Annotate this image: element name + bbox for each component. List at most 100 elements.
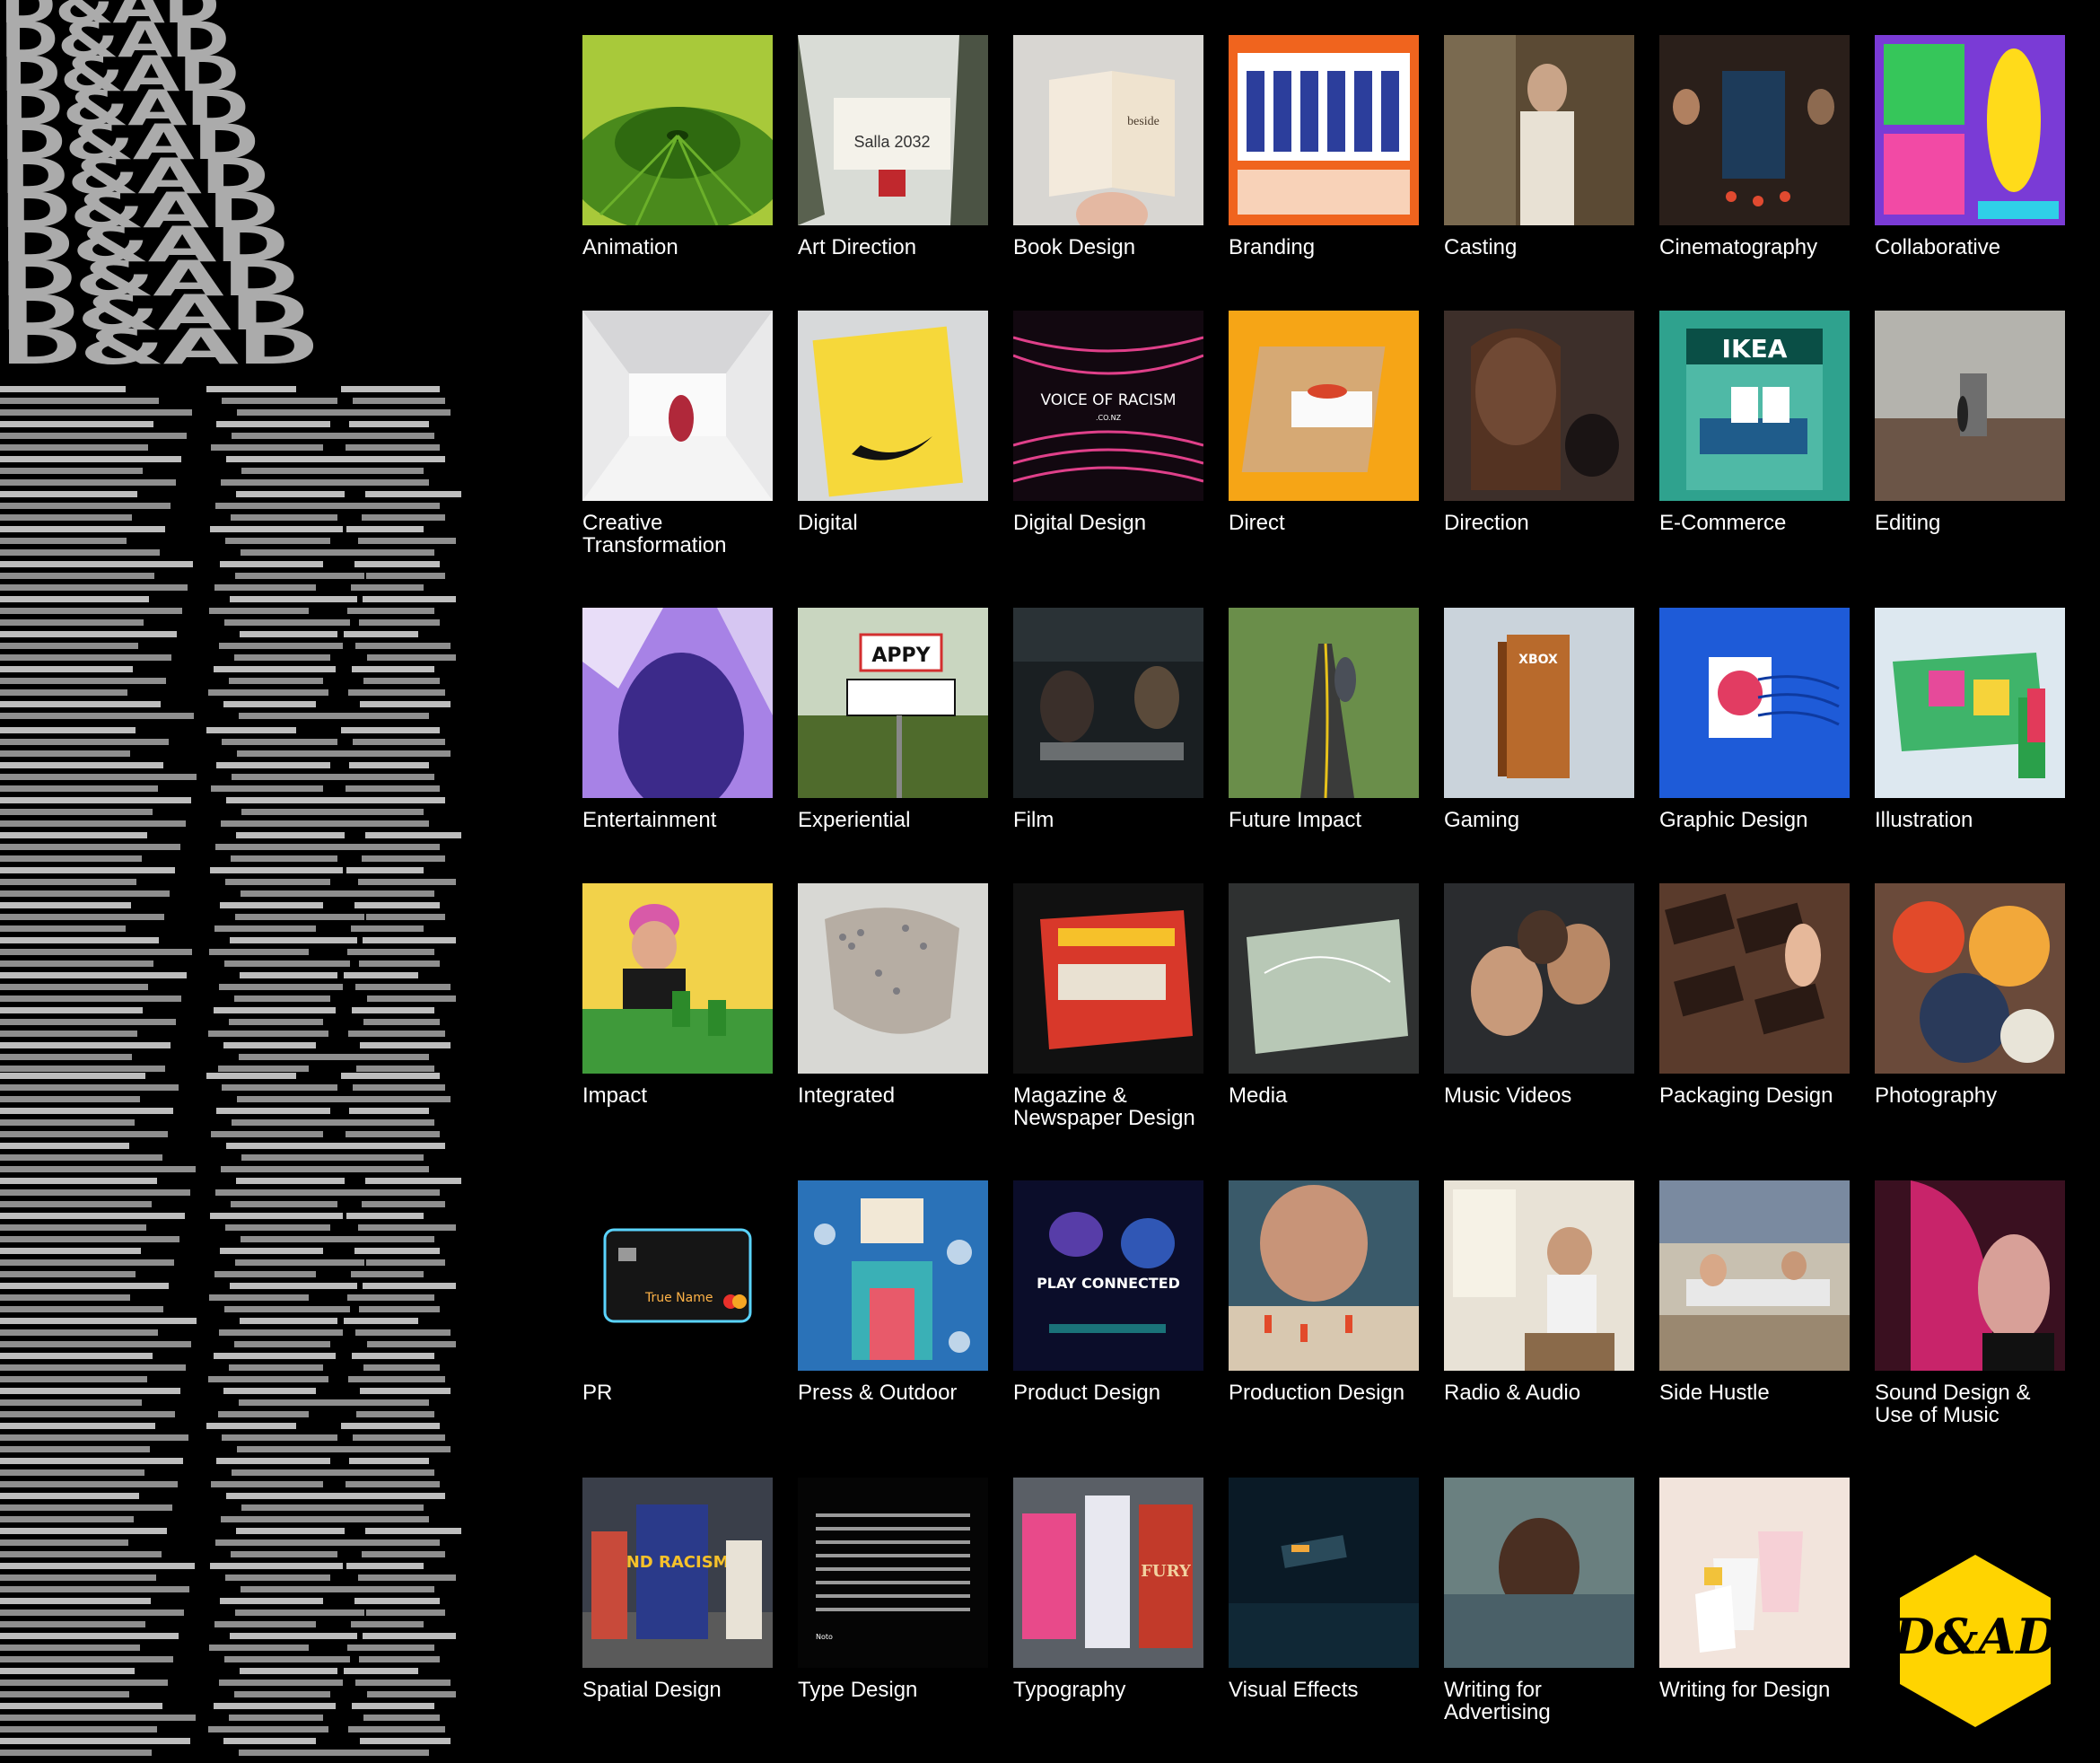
type-stripe	[0, 1621, 145, 1627]
type-stripe	[354, 1248, 440, 1254]
type-stripe	[219, 984, 343, 990]
type-stripe	[0, 1353, 153, 1359]
type-stripe	[355, 643, 451, 649]
category-tile-media[interactable]: Media	[1229, 883, 1419, 1107]
category-tile-music-videos[interactable]: Music Videos	[1444, 883, 1634, 1107]
type-stripe	[0, 1423, 155, 1429]
type-stripe	[0, 608, 182, 614]
type-stripe	[348, 1031, 445, 1037]
category-tile-pr[interactable]: True Name PR	[582, 1180, 773, 1404]
category-tile-radio-audio[interactable]: Radio & Audio	[1444, 1180, 1634, 1404]
type-stripe	[0, 890, 170, 897]
category-tile-graphic-design[interactable]: Graphic Design	[1659, 608, 1850, 831]
type-stripe	[344, 972, 418, 978]
category-tile-photography[interactable]: Photography	[1875, 883, 2065, 1107]
category-label: Photography	[1875, 1083, 1998, 1108]
type-stripe	[350, 844, 440, 850]
category-tile-cinematography[interactable]: Cinematography	[1659, 35, 1850, 259]
type-stripe	[0, 925, 126, 932]
category-tile-future-impact[interactable]: Future Impact	[1229, 608, 1419, 831]
type-stripe	[0, 1341, 191, 1347]
type-stripe	[0, 1539, 128, 1546]
type-stripe	[223, 1738, 316, 1744]
category-tile-animation[interactable]: Animation	[582, 35, 773, 259]
type-stripe	[0, 774, 197, 780]
type-stripe	[347, 1294, 434, 1301]
category-thumbnail	[1444, 1180, 1634, 1371]
category-tile-side-hustle[interactable]: Side Hustle	[1659, 1180, 1850, 1404]
type-stripe	[363, 678, 440, 684]
type-stripe	[344, 1668, 418, 1674]
category-tile-casting[interactable]: Casting	[1444, 35, 1634, 259]
dad-logo[interactable]: D&AD	[1896, 1553, 2054, 1729]
type-stripe	[222, 1084, 337, 1091]
type-stripe	[232, 433, 372, 439]
category-tile-creative-transformation[interactable]: Creative Transformation	[582, 311, 773, 557]
category-tile-direct[interactable]: Direct	[1229, 311, 1419, 534]
type-stripe	[0, 433, 187, 439]
category-tile-film[interactable]: Film	[1013, 608, 1203, 831]
category-tile-integrated[interactable]: Integrated	[798, 883, 988, 1107]
type-stripe	[0, 785, 158, 792]
type-stripe	[0, 689, 127, 696]
type-stripe	[0, 1668, 135, 1674]
type-stripe	[0, 1318, 197, 1324]
type-stripe	[224, 1306, 350, 1312]
category-tile-product-design[interactable]: PLAY CONNECTED Product Design	[1013, 1180, 1203, 1404]
type-stripe	[222, 1434, 337, 1441]
category-tile-visual-effects[interactable]: Visual Effects	[1229, 1478, 1419, 1701]
category-tile-spatial-design[interactable]: END RACISM Spatial Design	[582, 1478, 773, 1701]
category-tile-digital-design[interactable]: VOICE OF RACISM .CO.NZ Digital Design	[1013, 311, 1203, 534]
category-label: Typography	[1013, 1678, 1126, 1702]
category-tile-editing[interactable]: Editing	[1875, 311, 2065, 534]
category-tile-gaming[interactable]: XBOX Gaming	[1444, 608, 1634, 831]
category-tile-magazine-newspaper-design[interactable]: Magazine & Newspaper Design	[1013, 883, 1203, 1129]
category-tile-press-outdoor[interactable]: Press & Outdoor	[798, 1180, 988, 1404]
category-tile-collaborative[interactable]: Collaborative	[1875, 35, 2065, 259]
category-tile-writing-for-design[interactable]: Writing for Design	[1659, 1478, 1850, 1701]
type-stripe	[359, 960, 440, 967]
category-tile-type-design[interactable]: Noto Type Design	[798, 1478, 988, 1701]
type-stripe	[341, 1423, 440, 1429]
category-label: Illustration	[1875, 808, 1973, 832]
type-stripe	[0, 762, 163, 768]
category-tile-experiential[interactable]: APPY Experiential	[798, 608, 988, 831]
category-tile-production-design[interactable]: Production Design	[1229, 1180, 1419, 1404]
category-tile-writing-for-advertising[interactable]: Writing for Advertising	[1444, 1478, 1634, 1724]
category-label: Spatial Design	[582, 1678, 722, 1702]
category-label: Collaborative	[1875, 235, 2001, 259]
category-tile-illustration[interactable]: Illustration	[1875, 608, 2065, 831]
type-stripe	[0, 386, 126, 392]
type-stripe	[342, 1154, 424, 1161]
type-stripe	[230, 1633, 357, 1639]
category-label: Future Impact	[1229, 808, 1362, 832]
category-tile-art-direction[interactable]: Salla 2032 Art Direction	[798, 35, 988, 259]
category-thumbnail	[582, 311, 773, 501]
category-tile-e-commerce[interactable]: IKEA E-Commerce	[1659, 311, 1850, 534]
type-stripe	[0, 1563, 195, 1569]
type-stripe	[0, 1516, 134, 1522]
type-stripe	[0, 1633, 179, 1639]
category-tile-packaging-design[interactable]: Packaging Design	[1659, 883, 1850, 1107]
category-tile-digital[interactable]: Digital	[798, 311, 988, 534]
type-stripe	[215, 503, 350, 509]
type-stripe	[206, 1423, 296, 1429]
type-stripe	[0, 456, 181, 462]
category-thumbnail	[1229, 608, 1419, 798]
type-stripe	[224, 619, 350, 626]
category-tile-typography[interactable]: FURY Typography	[1013, 1478, 1203, 1701]
type-stripe	[225, 1574, 330, 1581]
type-stripe	[218, 1066, 309, 1072]
category-tile-sound-design-use-of-music[interactable]: Sound Design & Use of Music	[1875, 1180, 2065, 1426]
type-stripe	[354, 479, 429, 486]
type-stripe	[0, 468, 143, 474]
category-tile-branding[interactable]: Branding	[1229, 35, 1419, 259]
category-tile-impact[interactable]: Impact	[582, 883, 773, 1107]
category-thumbnail	[1659, 883, 1850, 1074]
category-tile-direction[interactable]: Direction	[1444, 311, 1634, 534]
category-tile-book-design[interactable]: beside Book Design	[1013, 35, 1203, 259]
category-thumbnail	[798, 311, 988, 501]
thumbnail-overlay-text: FURY	[1141, 1562, 1192, 1581]
type-stripe	[232, 1119, 372, 1126]
category-tile-entertainment[interactable]: Entertainment	[582, 608, 773, 831]
